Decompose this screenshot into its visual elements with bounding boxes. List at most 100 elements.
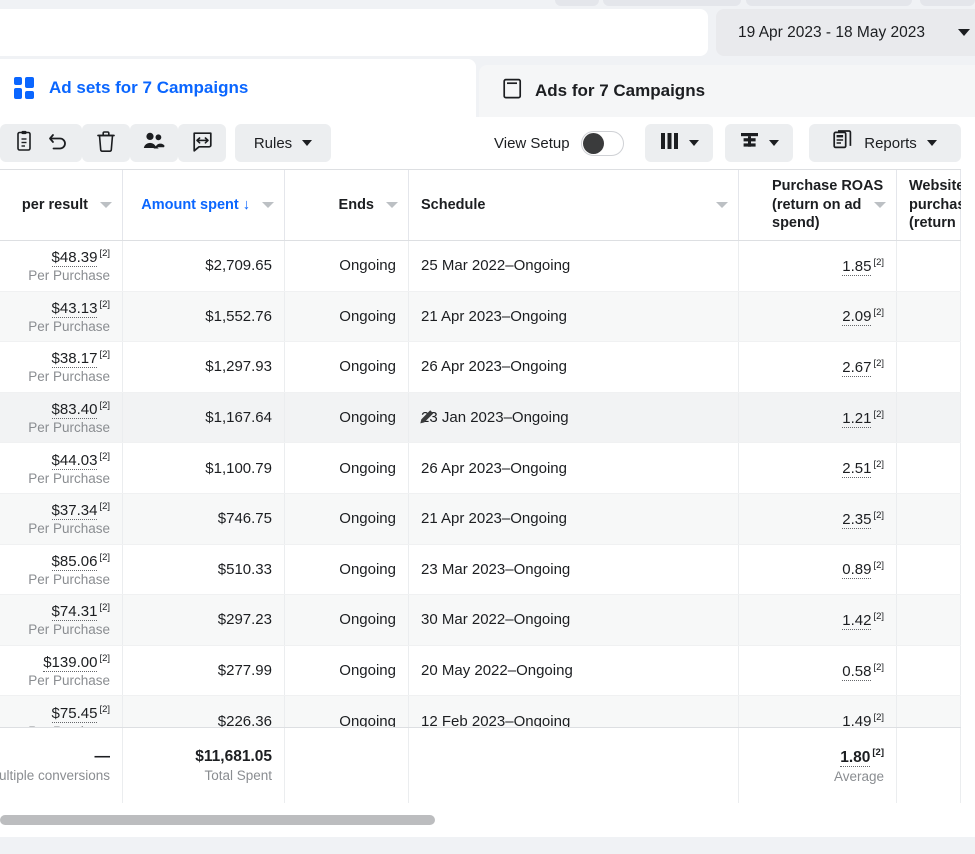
column-header-label: per result [21,196,88,213]
cell-value: 20 May 2022–Ongoing [421,662,573,680]
ab-test-button[interactable] [178,124,226,162]
cell-value: 1.85 [2] [842,256,884,276]
table-row[interactable]: $43.13 [2] Per Purchase $1,552.76 Ongoing 21 … [0,291,961,343]
table-row[interactable]: $139.00 [2] Per Purchase $277.99 Ongoing 20 M… [0,645,961,697]
cell-purchase_roas: 2.35 [2] [739,493,897,544]
sort-caret-icon[interactable] [386,202,398,208]
cell-website_purchase_roas [897,241,961,291]
rules-button[interactable]: Rules [235,124,331,162]
tab-ad-sets-label: Ad sets for 7 Campaigns [49,78,249,97]
cell-schedule: 23 Jan 2023–Ongoing [409,392,739,443]
cell-value: $11,681.05 [195,748,272,765]
date-range-picker[interactable]: 19 Apr 2023 - 18 May 2023 [716,9,975,56]
cell-value: 23 Mar 2023–Ongoing [421,560,571,578]
cell-value: Ongoing [339,510,396,528]
toggle-knob [582,132,604,154]
cell-purchase_roas: 1.80 [2] Average [739,728,897,803]
sort-caret-icon[interactable] [716,202,728,208]
sort-caret-icon[interactable] [262,202,274,208]
reports-button[interactable]: Reports [809,124,961,162]
cell-value: Ongoing [339,358,396,376]
cell-website_purchase_roas [897,443,961,493]
cell-schedule: 26 Apr 2023–Ongoing [409,342,739,392]
column-header-ends[interactable]: Ends [285,170,409,240]
column-header-per_result[interactable]: per result [0,170,123,240]
column-header-purchase_roas[interactable]: Purchase ROAS (return on ad spend) [739,170,897,240]
cell-subvalue: Average [833,768,884,784]
horizontal-scrollbar-thumb[interactable] [0,815,435,825]
cell-amount_spent: $510.33 [123,544,285,595]
cell-value: $2,709.65 [205,257,272,275]
cell-subvalue: Per Purchase [28,571,110,587]
column-header-schedule[interactable]: Schedule [409,170,739,240]
table-row[interactable]: $74.31 [2] Per Purchase $297.23 Ongoing 30 Ma… [0,595,961,646]
tab-ad-sets[interactable]: Ad sets for 7 Campaigns [0,59,476,117]
date-range-row: 19 Apr 2023 - 18 May 2023 [0,9,975,57]
edit-pencil-icon[interactable] [418,409,435,426]
table-row[interactable]: $85.06 [2] Per Purchase $510.33 Ongoing 23 Ma… [0,544,961,596]
tab-ads[interactable]: Ads for 7 Campaigns [479,65,975,117]
rules-label: Rules [253,134,293,152]
cell-value: $1,100.79 [205,459,272,477]
cell-value: 0.58 [2] [842,661,884,681]
view-setup-label: View Setup [494,134,570,152]
cell-value: $746.75 [217,510,272,528]
cell-value: 1.21 [2] [842,408,884,428]
cell-amount_spent: $297.23 [123,595,285,645]
cell-amount_spent: $1,552.76 [123,291,285,342]
cell-per_result: $43.13 [2] Per Purchase [0,291,123,342]
horizontal-scrollbar-track[interactable] [0,815,961,825]
ab-test-icon [191,130,214,157]
delete-button[interactable] [82,124,130,162]
cell-amount_spent: $11,681.05 Total Spent [123,728,285,803]
view-setup-toggle[interactable]: View Setup [494,124,624,162]
sort-caret-icon[interactable] [874,202,886,208]
cell-value: $74.31 [2] [51,602,110,622]
data-table: per result Amount spent ↓ Ends Schedule Purc… [0,169,961,817]
cell-value: $38.17 [2] [51,349,110,369]
cell-schedule: 26 Apr 2023–Ongoing [409,443,739,493]
cell-value: 21 Apr 2023–Ongoing [421,510,567,528]
cell-value: 25 Mar 2022–Ongoing [421,257,571,275]
main-panel: Rules View Setup Reports per result Amou… [0,117,975,837]
window-icon [503,78,522,104]
columns-button[interactable] [645,124,713,162]
cell-value: 0.89 [2] [842,560,884,580]
undo-button[interactable] [34,124,82,162]
sort-caret-icon[interactable] [100,202,112,208]
table-body: $48.39 [2] Per Purchase $2,709.65 Ongoing 25 … [0,241,961,798]
cut-off-pill-2 [603,0,741,6]
tab-bar: Ad sets for 7 Campaigns Ads for 7 Campai… [0,59,975,117]
table-row[interactable]: $37.34 [2] Per Purchase $746.75 Ongoing 21 Ap… [0,493,961,545]
cell-ends: Ongoing [285,392,409,443]
cell-value: — [94,748,111,765]
tab-ads-label: Ads for 7 Campaigns [535,81,706,100]
cell-schedule: 25 Mar 2022–Ongoing [409,241,739,291]
cell-value: 1.42 [2] [842,610,884,630]
toggle-switch[interactable] [580,130,624,156]
cell-value: $1,167.64 [205,409,272,427]
column-header-website_purchase_roas[interactable]: Website purchas (return [897,170,961,240]
table-row[interactable]: $44.03 [2] Per Purchase $1,100.79 Ongoing 26 … [0,443,961,494]
column-header-amount_spent[interactable]: Amount spent ↓ [123,170,285,240]
table-row[interactable]: $83.40 [2] Per Purchase $1,167.64 Ongoing 23 … [0,392,961,444]
cell-amount_spent: $277.99 [123,645,285,696]
cell-value: Ongoing [339,560,396,578]
table-row[interactable]: $48.39 [2] Per Purchase $2,709.65 Ongoing 25 … [0,241,961,292]
cell-schedule [409,728,739,803]
audience-icon [142,131,166,156]
cut-off-pill-1 [555,0,599,6]
cell-per_result: $37.34 [2] Per Purchase [0,493,123,544]
cell-value: 30 Mar 2022–Ongoing [421,611,571,629]
audience-button[interactable] [130,124,178,162]
cell-value: $277.99 [217,662,272,680]
cell-purchase_roas: 2.09 [2] [739,291,897,342]
breakdown-button[interactable] [725,124,793,162]
cell-per_result: $83.40 [2] Per Purchase [0,392,123,443]
cell-subvalue: Per Purchase [28,470,110,486]
cell-schedule: 21 Apr 2023–Ongoing [409,291,739,342]
table-row[interactable]: $38.17 [2] Per Purchase $1,297.93 Ongoing 26 … [0,342,961,393]
cell-purchase_roas: 0.89 [2] [739,544,897,595]
cell-ends: Ongoing [285,291,409,342]
cell-purchase_roas: 1.85 [2] [739,241,897,291]
